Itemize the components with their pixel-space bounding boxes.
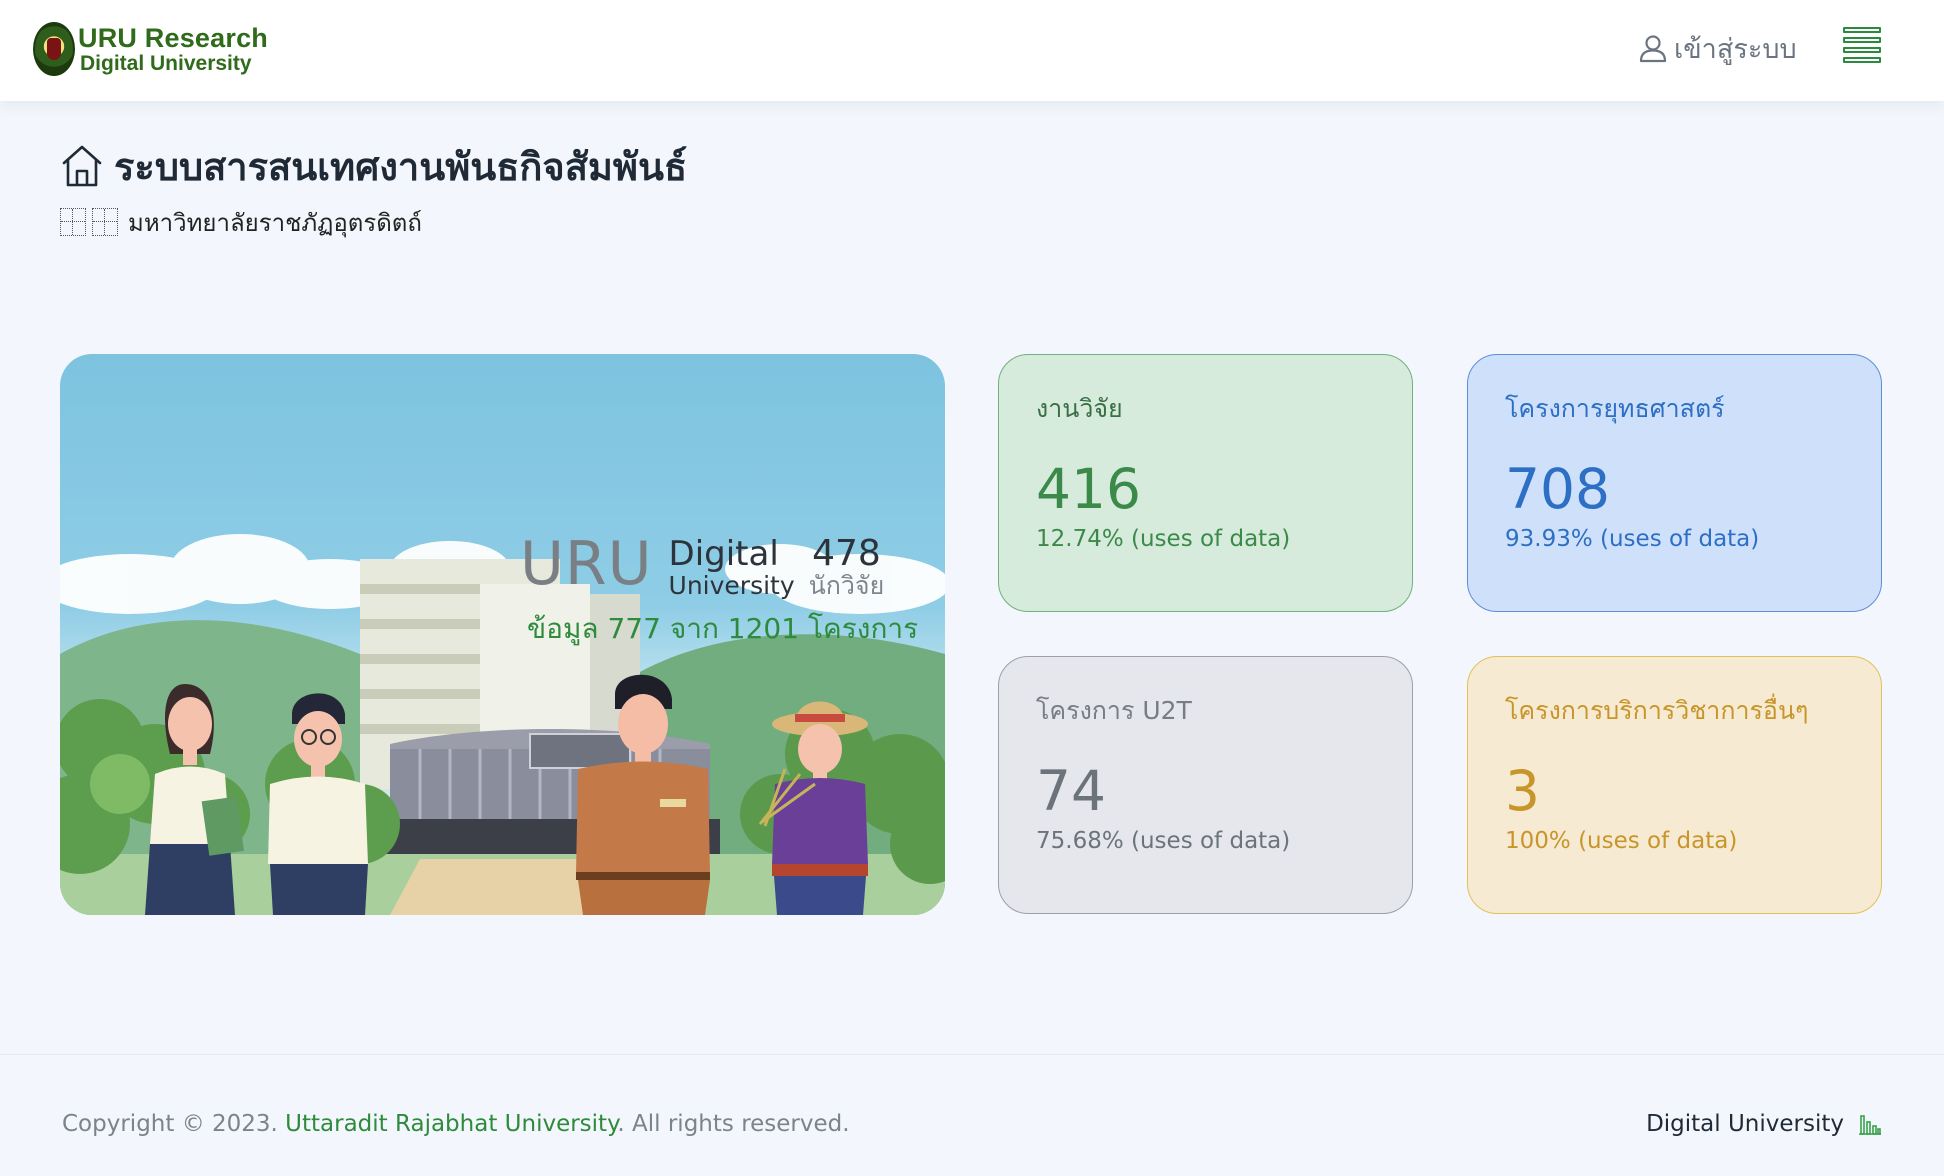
stat-card-label: โครงการ U2T (1036, 696, 1192, 725)
hero-banner: URU Digital University 478 นักวิจัย ข้อม… (60, 354, 945, 915)
missing-glyph-icon (92, 208, 118, 236)
footer-brand-text: Digital University (1646, 1111, 1844, 1137)
stat-card-value: 708 (1505, 457, 1610, 521)
page-subtitle-text: มหาวิทยาลัยราชภัฏอุตรดิตถ์ (128, 208, 422, 237)
stat-card-percent: 12.74% (uses of data) (1036, 526, 1291, 552)
researcher-unit: นักวิจัย (808, 571, 885, 600)
university-seal-icon (33, 22, 75, 76)
site-logo[interactable]: URU Research Digital University (33, 21, 268, 77)
page-footer: Copyright © 2023. Uttaradit Rajabhat Uni… (0, 1054, 1944, 1176)
university-link[interactable]: Uttaradit Rajabhat University (285, 1111, 617, 1137)
page-subtitle: มหาวิทยาลัยราชภัฏอุตรดิตถ์ (60, 205, 422, 239)
logo-line2: Digital University (80, 51, 252, 75)
stat-card-value: 416 (1036, 457, 1141, 521)
hero-brand: URU Digital University 478 นักวิจัย (520, 534, 884, 600)
stat-card-percent: 93.93% (uses of data) (1505, 526, 1760, 552)
footer-brand[interactable]: Digital University (1646, 1111, 1882, 1137)
stat-card-research[interactable]: งานวิจัย 416 12.74% (uses of data) (998, 354, 1413, 612)
page-title: ระบบสารสนเทศงานพันธกิจสัมพันธ์ (60, 140, 687, 192)
hero-brand-digital: Digital (668, 534, 779, 574)
stat-card-label: งานวิจัย (1036, 394, 1123, 423)
stat-card-label: โครงการยุทธศาสตร์ (1505, 394, 1725, 423)
home-icon (62, 145, 102, 187)
stat-card-percent: 75.68% (uses of data) (1036, 828, 1291, 854)
copyright-prefix: Copyright © 2023. (62, 1111, 286, 1137)
stat-card-u2t[interactable]: โครงการ U2T 74 75.68% (uses of data) (998, 656, 1413, 914)
researcher-count: 478 (812, 533, 881, 574)
page-title-text: ระบบสารสนเทศงานพันธกิจสัมพันธ์ (114, 144, 688, 189)
stat-card-percent: 100% (uses of data) (1505, 828, 1738, 854)
copyright-suffix: . All rights reserved. (617, 1111, 850, 1137)
hero-brand-digital-university: Digital University (669, 536, 795, 600)
missing-glyph-icon (60, 208, 86, 236)
top-navbar: URU Research Digital University เข้าสู่ร… (0, 0, 1944, 101)
login-link[interactable]: เข้าสู่ระบบ (1638, 28, 1797, 68)
hero-caption: ข้อมูล 777 จาก 1201 โครงการ (527, 612, 919, 645)
stat-card-label: โครงการบริการวิชาการอื่นๆ (1505, 696, 1809, 725)
hero-brand-university: University (668, 571, 795, 600)
stat-card-value: 74 (1036, 759, 1106, 823)
user-icon (1639, 35, 1667, 63)
logo-line1: URU Research (78, 22, 268, 53)
bar-chart-icon (1859, 1115, 1881, 1135)
stat-card-strategic[interactable]: โครงการยุทธศาสตร์ 708 93.93% (uses of da… (1467, 354, 1882, 612)
hamburger-menu-icon[interactable] (1843, 27, 1881, 63)
logo-text: URU Research Digital University (78, 22, 268, 75)
stat-card-academic-service[interactable]: โครงการบริการวิชาการอื่นๆ 3 100% (uses o… (1467, 656, 1882, 914)
researcher-counter: 478 นักวิจัย (809, 536, 885, 600)
stat-card-value: 3 (1505, 759, 1540, 823)
login-label: เข้าสู่ระบบ (1674, 33, 1797, 65)
hero-brand-uru: URU (520, 529, 653, 599)
copyright-text: Copyright © 2023. Uttaradit Rajabhat Uni… (62, 1111, 850, 1137)
